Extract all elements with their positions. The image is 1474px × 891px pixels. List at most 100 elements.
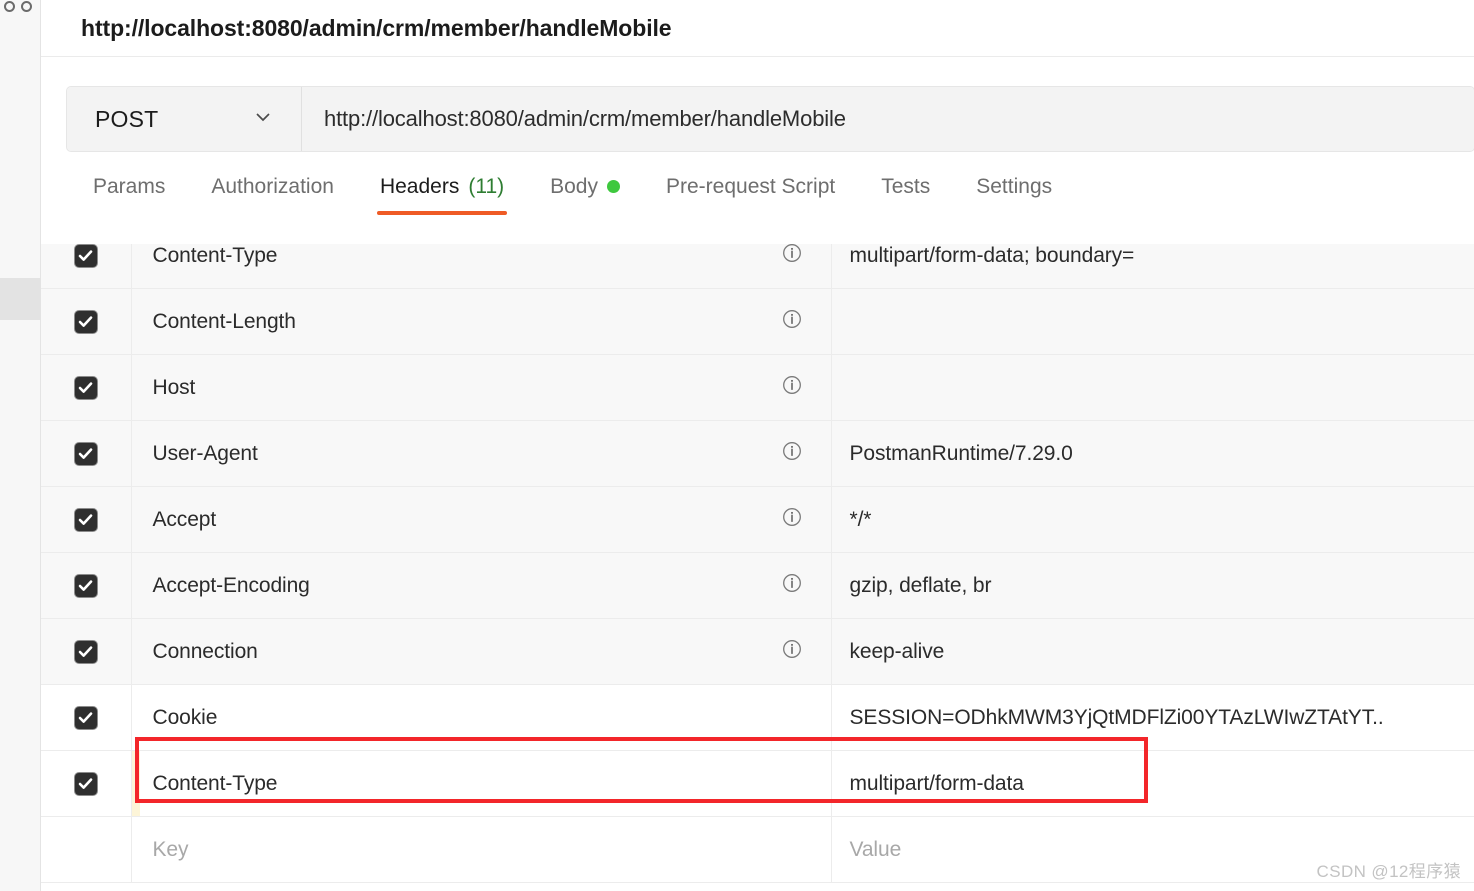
header-value-content: keep-alive bbox=[832, 640, 1474, 664]
http-method-select[interactable]: POST bbox=[67, 87, 302, 151]
header-row[interactable]: Host bbox=[41, 354, 1474, 421]
header-key-content: Accept bbox=[132, 506, 831, 534]
header-enabled-cell bbox=[41, 420, 132, 487]
tab-count-badge: (11) bbox=[468, 175, 505, 198]
checkbox-wrapper bbox=[41, 573, 130, 598]
header-value-content: */* bbox=[832, 508, 1474, 532]
header-row[interactable]: Content-Length bbox=[41, 288, 1474, 355]
header-value-cell[interactable]: multipart/form-data; boundary= bbox=[831, 244, 1474, 289]
header-key-text: Accept-Encoding bbox=[152, 573, 310, 597]
header-key-cell[interactable]: Content-Type bbox=[131, 750, 832, 817]
request-titlebar: http://localhost:8080/admin/crm/member/h… bbox=[41, 0, 1474, 57]
header-value-cell[interactable] bbox=[831, 354, 1474, 421]
checkbox-wrapper bbox=[41, 639, 130, 664]
postman-request-view: http://localhost:8080/admin/crm/member/h… bbox=[0, 0, 1474, 891]
header-row[interactable]: Content-Type multipart/form-data; boundar… bbox=[41, 244, 1474, 289]
tab-settings[interactable]: Settings bbox=[953, 175, 1075, 215]
info-icon[interactable] bbox=[781, 440, 803, 468]
info-icon[interactable] bbox=[781, 308, 803, 336]
header-key-cell[interactable]: Content-Length bbox=[131, 288, 832, 355]
info-icon[interactable] bbox=[781, 244, 803, 270]
header-key-content: Cookie bbox=[132, 706, 831, 730]
info-icon[interactable] bbox=[781, 506, 803, 534]
tab-body[interactable]: Body bbox=[527, 175, 643, 215]
header-enabled-checkbox[interactable] bbox=[73, 705, 98, 730]
checkbox-wrapper bbox=[41, 309, 130, 334]
header-row[interactable]: Accept */* bbox=[41, 486, 1474, 553]
tab-params[interactable]: Params bbox=[70, 175, 188, 215]
header-key-text: Content-Type bbox=[152, 244, 278, 267]
header-row[interactable]: User-Agent PostmanRuntime/7.29.0 bbox=[41, 420, 1474, 487]
header-enabled-checkbox[interactable] bbox=[73, 573, 98, 598]
header-row[interactable]: Cookie SESSION=ODhkMWM3YjQtMDFlZi00YTAzLW… bbox=[41, 684, 1474, 751]
header-value-cell[interactable]: gzip, deflate, br bbox=[831, 552, 1474, 619]
header-enabled-cell bbox=[41, 816, 132, 883]
header-value-text: SESSION=ODhkMWM3YjQtMDFlZi00YTAzLWIwZTAt… bbox=[849, 705, 1384, 729]
header-value-text: multipart/form-data; boundary= bbox=[849, 244, 1135, 267]
info-icon[interactable] bbox=[781, 638, 803, 666]
header-value-cell[interactable]: SESSION=ODhkMWM3YjQtMDFlZi00YTAzLWIwZTAt… bbox=[831, 684, 1474, 751]
tab-label: Params bbox=[93, 175, 166, 198]
chevron-down-icon bbox=[252, 106, 274, 133]
tab-pre-request-script[interactable]: Pre-request Script bbox=[643, 175, 858, 215]
tab-label: Authorization bbox=[211, 175, 334, 198]
url-row: POST http://localhost:8080/admin/crm/mem… bbox=[41, 57, 1474, 160]
header-enabled-checkbox[interactable] bbox=[73, 507, 98, 532]
header-value-content: multipart/form-data; boundary= bbox=[832, 244, 1474, 268]
header-key-cell[interactable]: Accept bbox=[131, 486, 832, 553]
header-key-content: Content-Length bbox=[132, 308, 831, 336]
headers-table: Content-Type multipart/form-data; boundar… bbox=[41, 244, 1474, 883]
header-key-cell[interactable]: Content-Type bbox=[131, 244, 832, 289]
header-value-text: */* bbox=[849, 507, 872, 531]
header-key-cell[interactable]: Accept-Encoding bbox=[131, 552, 832, 619]
body-present-dot-icon bbox=[607, 180, 620, 193]
tab-label: Settings bbox=[976, 175, 1053, 198]
header-enabled-cell bbox=[41, 618, 132, 685]
header-value-cell[interactable]: keep-alive bbox=[831, 618, 1474, 685]
header-key-cell[interactable]: Host bbox=[131, 354, 832, 421]
header-value-text: gzip, deflate, br bbox=[849, 573, 992, 597]
header-key-content: User-Agent bbox=[132, 440, 831, 468]
tab-headers[interactable]: Headers (11) bbox=[357, 175, 527, 215]
header-value-content: SESSION=ODhkMWM3YjQtMDFlZi00YTAzLWIwZTAt… bbox=[832, 706, 1474, 730]
circle-icon-2 bbox=[21, 1, 32, 12]
tab-tests[interactable]: Tests bbox=[858, 175, 953, 215]
header-key-cell[interactable]: Connection bbox=[131, 618, 832, 685]
info-icon[interactable] bbox=[781, 374, 803, 402]
header-enabled-checkbox[interactable] bbox=[73, 375, 98, 400]
header-enabled-checkbox[interactable] bbox=[73, 771, 98, 796]
checkbox-wrapper bbox=[41, 705, 130, 730]
header-enabled-checkbox[interactable] bbox=[73, 441, 98, 466]
header-row[interactable]: Content-Type multipart/form-data bbox=[41, 750, 1474, 817]
header-key-text: Content-Length bbox=[152, 309, 296, 333]
header-value-cell[interactable]: multipart/form-data bbox=[831, 750, 1474, 817]
url-input[interactable]: http://localhost:8080/admin/crm/member/h… bbox=[302, 87, 1474, 151]
header-key-cell[interactable]: Cookie bbox=[131, 684, 832, 751]
header-value-cell[interactable] bbox=[831, 288, 1474, 355]
header-enabled-cell bbox=[41, 354, 132, 421]
header-key-cell[interactable]: User-Agent bbox=[131, 420, 832, 487]
header-value-content: PostmanRuntime/7.29.0 bbox=[832, 442, 1474, 466]
info-icon[interactable] bbox=[781, 572, 803, 600]
header-row[interactable]: Accept-Encoding gzip, deflate, br bbox=[41, 552, 1474, 619]
header-key-cell[interactable]: Key bbox=[131, 816, 832, 883]
checkbox-wrapper bbox=[41, 771, 130, 796]
header-enabled-checkbox[interactable] bbox=[73, 639, 98, 664]
header-key-text: Cookie bbox=[152, 705, 218, 729]
header-enabled-checkbox[interactable] bbox=[73, 244, 98, 268]
header-key-content: Content-Type bbox=[132, 244, 831, 270]
header-key-content: Accept-Encoding bbox=[132, 572, 831, 600]
headers-table-container[interactable]: Content-Type multipart/form-data; boundar… bbox=[41, 244, 1474, 891]
tab-label: Body bbox=[550, 175, 598, 198]
header-enabled-checkbox[interactable] bbox=[73, 309, 98, 334]
sidebar-scroll-thumb[interactable] bbox=[0, 278, 41, 320]
headers-new-row[interactable]: Key Value bbox=[41, 816, 1474, 883]
header-row[interactable]: Connection keep-alive bbox=[41, 618, 1474, 685]
left-rail bbox=[0, 0, 41, 891]
header-enabled-cell bbox=[41, 288, 132, 355]
header-value-cell[interactable]: */* bbox=[831, 486, 1474, 553]
header-value-cell[interactable]: PostmanRuntime/7.29.0 bbox=[831, 420, 1474, 487]
row-modified-marker bbox=[131, 751, 140, 816]
tab-label: Pre-request Script bbox=[666, 175, 836, 198]
tab-authorization[interactable]: Authorization bbox=[188, 175, 357, 215]
